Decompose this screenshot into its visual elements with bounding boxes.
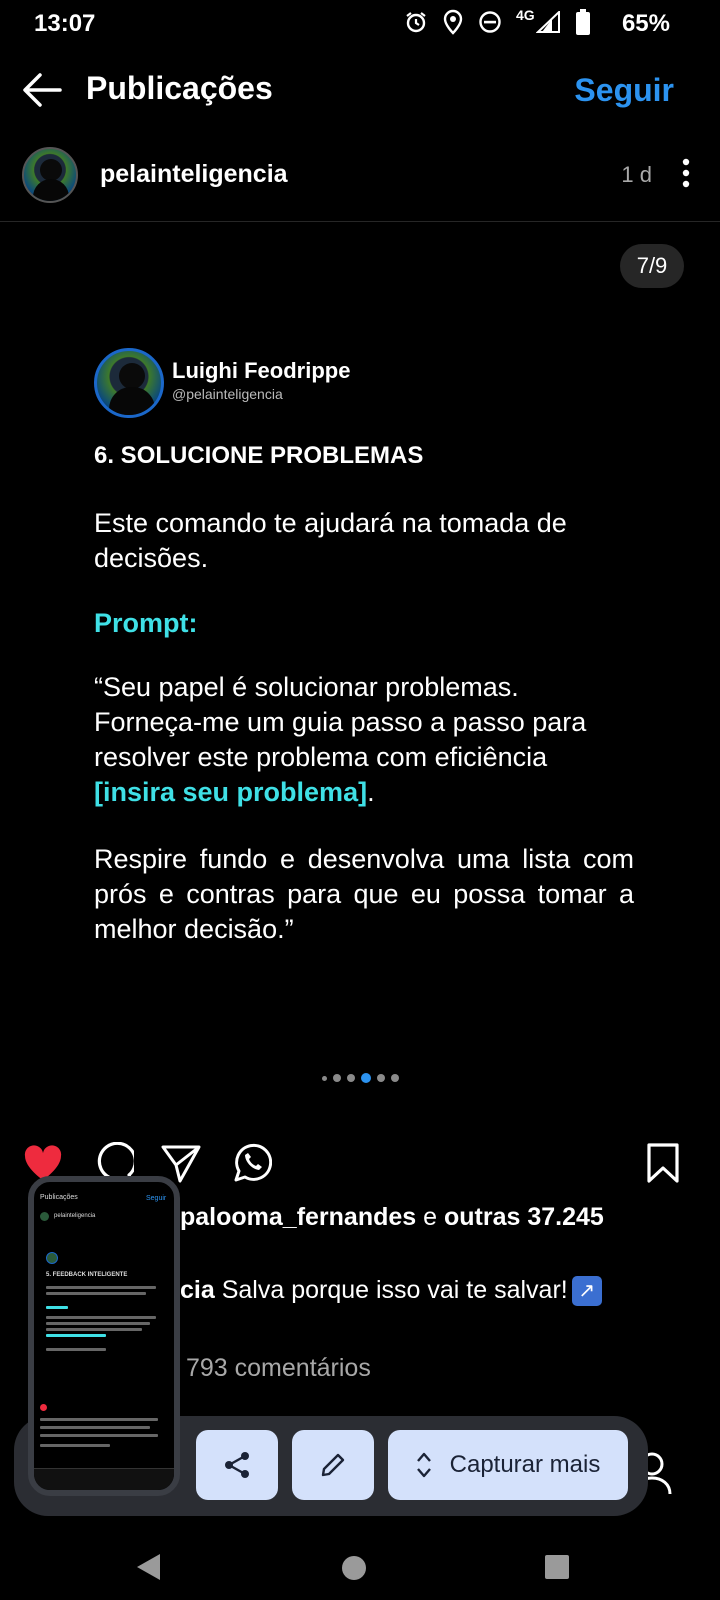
share-screenshot-button[interactable] (196, 1430, 278, 1500)
edit-screenshot-button[interactable] (292, 1430, 374, 1500)
battery-percentage: 65% (621, 10, 670, 37)
post-author-row: pelainteligencia 1 d (0, 140, 720, 222)
thumb-follow: Seguir (146, 1195, 167, 1202)
likes-user: palooma_fernandes (180, 1203, 417, 1231)
follow-button[interactable]: Seguir (574, 72, 674, 109)
prompt-quote: “Seu papel é solucionar problemas. Forne… (94, 670, 634, 810)
status-bar: 13:07 4G 65% (0, 0, 720, 50)
battery-icon (576, 9, 590, 35)
post-timestamp: 1 d (621, 162, 652, 187)
expand-vertical-icon (416, 1452, 431, 1478)
slide-avatar (94, 348, 164, 418)
capture-more-button[interactable]: Capturar mais (388, 1430, 628, 1500)
nav-home-icon[interactable] (340, 1554, 368, 1582)
share-icon (225, 1452, 249, 1478)
quote-start: “Seu papel é solucionar problemas. Forne… (94, 672, 587, 772)
signal-4g-icon: 4G (516, 7, 562, 35)
slide-author-name: Luighi Feodrippe (172, 358, 351, 383)
carousel-counter: 7/9 (620, 244, 684, 288)
arrow-emoji-icon: ↗ (571, 1276, 602, 1307)
author-username[interactable]: pelainteligencia (100, 160, 288, 189)
status-icons: 4G (404, 7, 590, 35)
thumb-heading: 5. FEEDBACK INTELIGENTE (46, 1272, 128, 1278)
capture-more-label: Capturar mais (449, 1451, 601, 1478)
status-time: 13:07 (34, 10, 96, 37)
location-icon (443, 9, 463, 35)
likes-others: outras 37.245 (444, 1203, 604, 1231)
screenshot-thumbnail[interactable]: Publicações Seguir pelainteligencia 5. F… (28, 1176, 180, 1496)
carousel-dot (346, 1074, 355, 1082)
prompt-quote-continued: Respire fundo e desenvolva uma lista com… (94, 844, 634, 944)
slide-intro: Este comando te ajudará na tomada de dec… (94, 508, 567, 573)
app-header: Publicações Seguir (0, 60, 720, 120)
carousel-dot (321, 1075, 327, 1081)
likes-connector: e (423, 1203, 438, 1231)
thumb-author: pelainteligencia (54, 1213, 96, 1219)
nav-recents-icon[interactable] (544, 1554, 570, 1580)
caption-text: Salva porque isso vai te salvar! (221, 1276, 568, 1304)
quote-highlight: [insira seu problema] (94, 777, 368, 807)
carousel-dots (0, 1072, 720, 1084)
slide-heading: 6. SOLUCIONE PROBLEMAS (94, 442, 424, 469)
carousel-dot (360, 1073, 371, 1083)
view-comments-link[interactable]: 793 comentários (186, 1354, 371, 1383)
do-not-disturb-icon (479, 11, 501, 33)
carousel-dot (390, 1074, 399, 1082)
nav-back-icon[interactable] (134, 1552, 162, 1582)
alarm-icon (406, 12, 426, 33)
prompt-label: Prompt: (94, 608, 198, 638)
quote-end: . (367, 777, 375, 807)
system-nav-bar (0, 1540, 720, 1600)
carousel-dot (376, 1074, 385, 1082)
thumb-title: Publicações (40, 1194, 78, 1201)
carousel-dot (332, 1074, 341, 1082)
more-options-icon[interactable] (682, 158, 690, 188)
pencil-icon (321, 1453, 345, 1477)
page-title: Publicações (86, 70, 273, 106)
likes-summary[interactable]: palooma_fernandes e outras 37.245 (180, 1203, 604, 1232)
back-arrow-icon[interactable] (22, 72, 62, 108)
caption-username: cia (180, 1276, 215, 1304)
save-bookmark-icon[interactable] (642, 1142, 684, 1184)
slide-author-handle: @pelainteligencia (172, 386, 283, 402)
whatsapp-icon[interactable] (230, 1142, 272, 1184)
post-caption: cia Salva porque isso vai te salvar! ↗ (180, 1276, 602, 1307)
author-avatar[interactable] (22, 147, 78, 203)
